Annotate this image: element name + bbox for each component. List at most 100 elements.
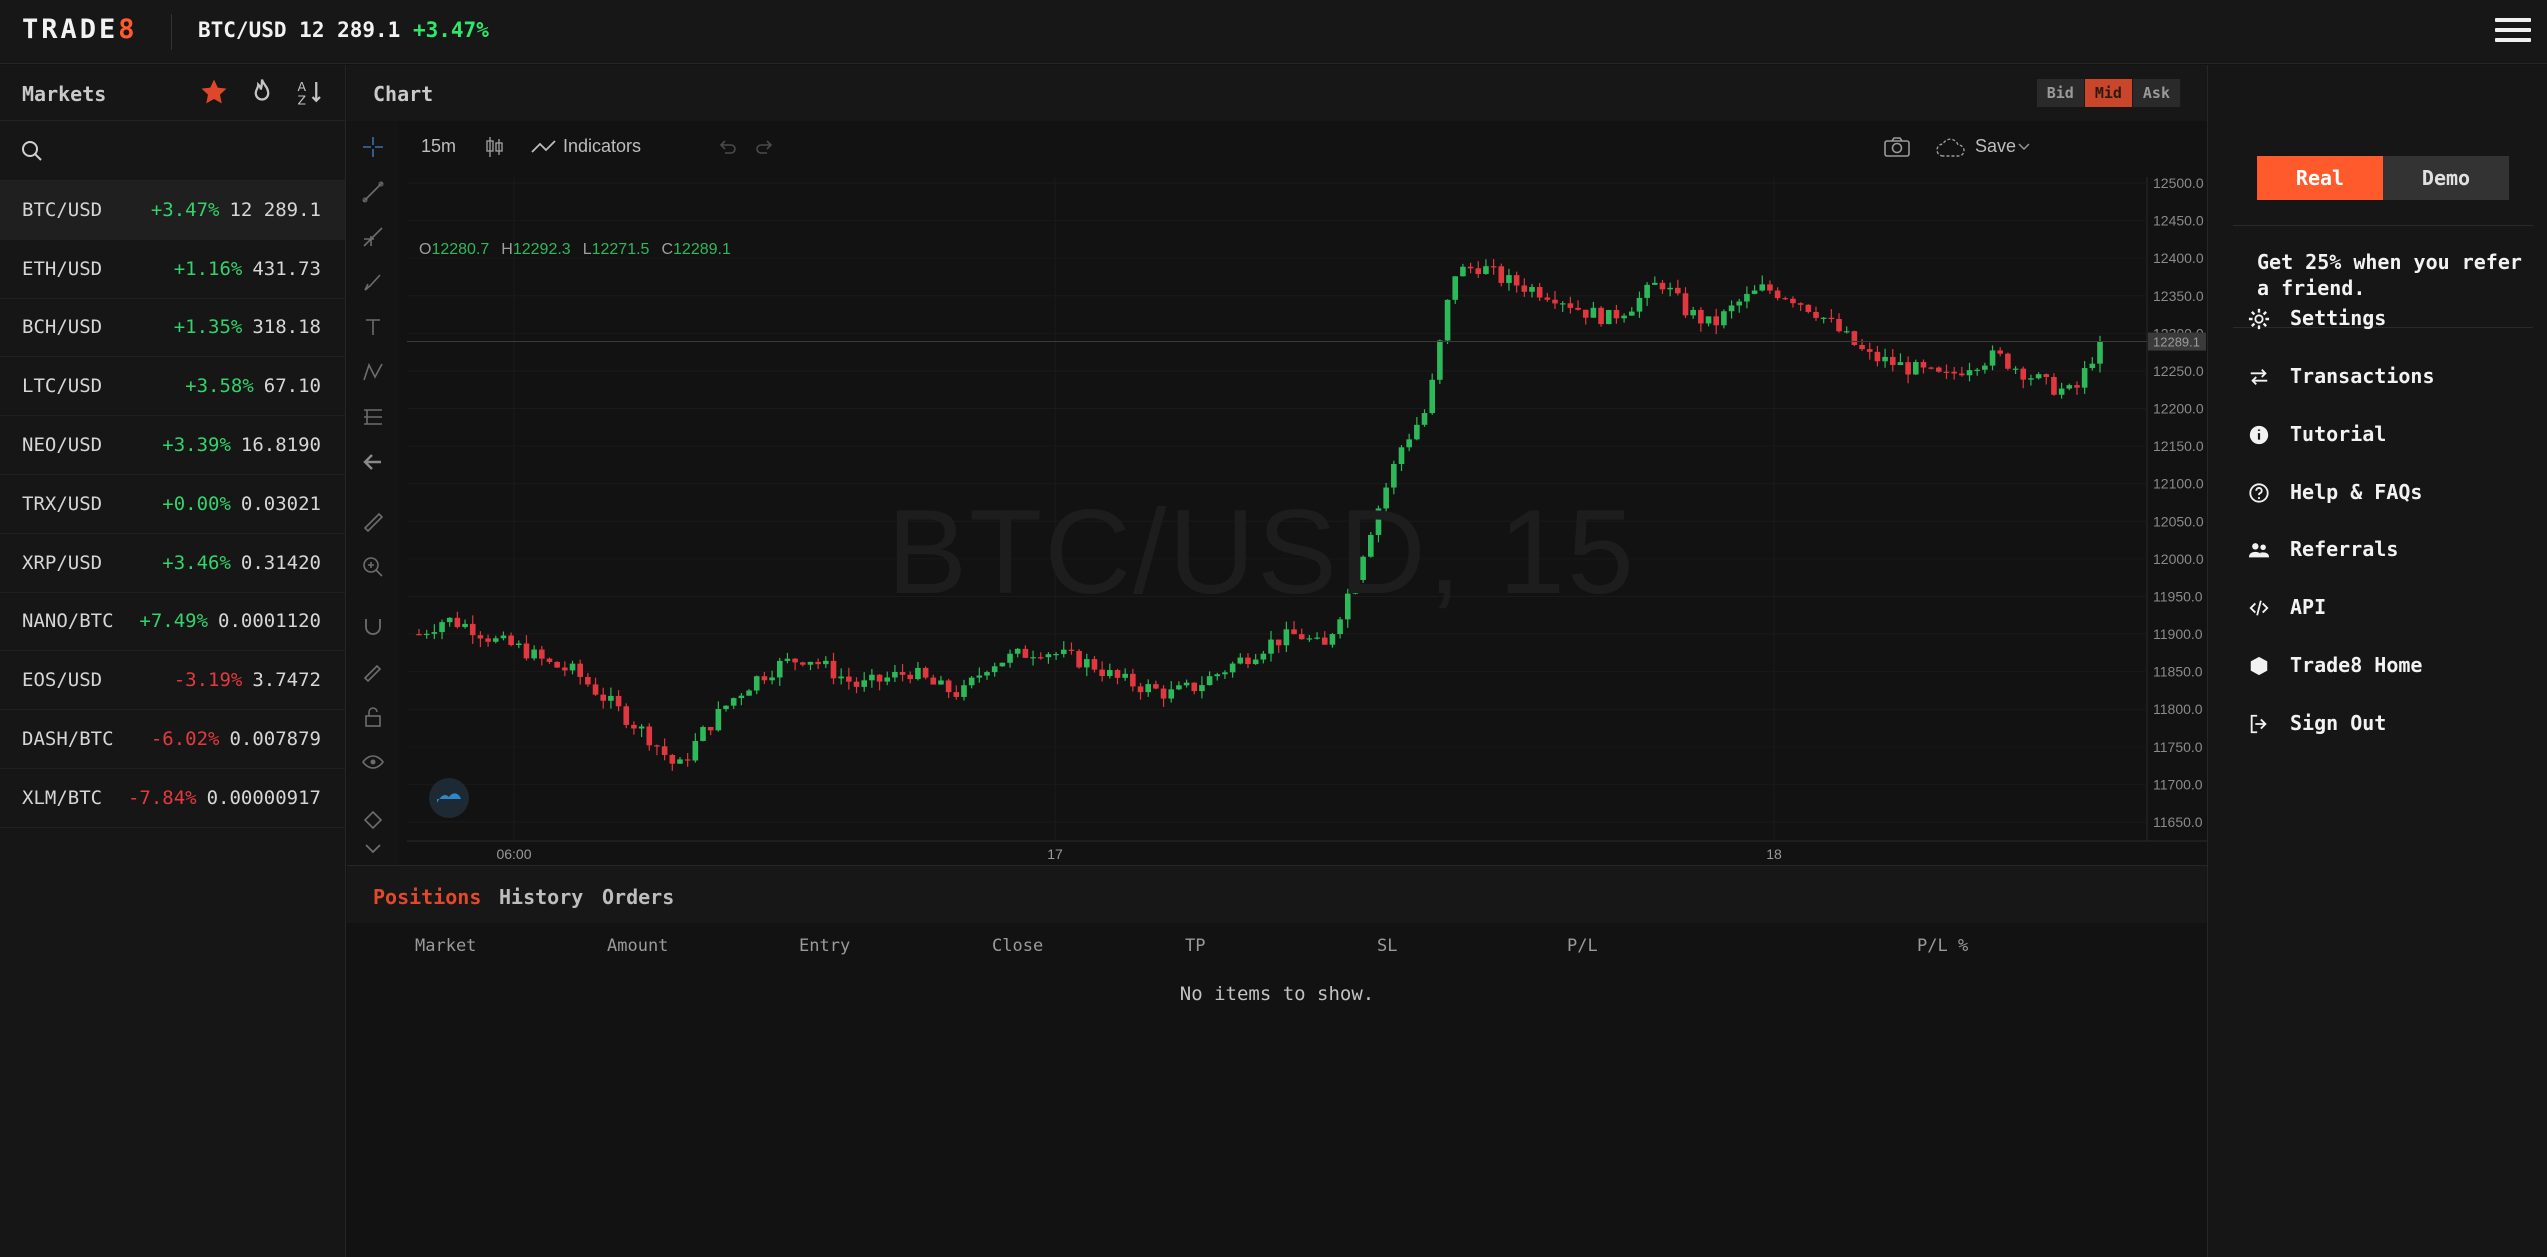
candle-body	[1552, 299, 1558, 304]
market-change: +1.16%	[173, 257, 243, 280]
candle-body	[592, 684, 599, 695]
candle-body	[1076, 650, 1082, 668]
market-row[interactable]: BCH/USD +1.35% 318.18	[0, 299, 345, 358]
candle-body	[746, 690, 752, 696]
fire-icon[interactable]	[247, 77, 277, 107]
candle-body	[1936, 367, 1942, 372]
y-tick-label: 12050.0	[2153, 513, 2204, 529]
candle-body	[562, 667, 568, 671]
candle-body	[546, 658, 553, 662]
candle-body	[1306, 638, 1313, 640]
market-row[interactable]: BTC/USD +3.47% 12 289.1	[0, 181, 345, 240]
market-row[interactable]: EOS/USD -3.19% 3.7472	[0, 651, 345, 711]
menu-item-label: Help & FAQs	[2290, 480, 2423, 504]
real-button[interactable]: Real	[2257, 156, 2383, 200]
top-bar: TRADE8 BTC/USD 12 289.1 +3.47%	[0, 0, 2547, 64]
candle-body	[1874, 351, 1881, 362]
candle-body	[684, 759, 691, 761]
candle-body	[1759, 284, 1766, 291]
tab-history[interactable]: History	[499, 885, 583, 909]
markets-title: Markets	[22, 82, 107, 106]
candle-body	[915, 667, 921, 680]
candle-body	[1291, 629, 1297, 635]
candle-body	[1782, 298, 1789, 300]
candle-body	[1007, 653, 1013, 663]
candle-body	[1582, 309, 1589, 318]
candle-body	[1889, 356, 1896, 366]
high-label: H	[501, 241, 513, 258]
sort-alpha-icon[interactable]: AZ	[295, 77, 325, 107]
referral-promo[interactable]: Get 25% when you refer a friend.	[2257, 249, 2527, 301]
market-price: 431.73	[252, 257, 321, 280]
chart-section: Chart Bid Mid Ask 15m Indicators Save 12…	[347, 65, 2207, 1257]
y-tick-label: 11850.0	[2153, 664, 2203, 680]
candle-body	[1014, 648, 1021, 654]
candle-body	[968, 677, 975, 686]
candle-body	[1690, 309, 1696, 316]
candle-body	[938, 680, 944, 685]
market-row[interactable]: DASH/BTC -6.02% 0.007879	[0, 710, 345, 769]
candle-body	[1260, 653, 1267, 660]
candle-body	[753, 676, 760, 691]
market-row[interactable]: XLM/BTC -7.84% 0.00000917	[0, 769, 345, 828]
x-tick-label: 06:00	[496, 846, 531, 862]
divider	[171, 14, 172, 50]
code-icon	[2249, 600, 2269, 616]
transfer-icon	[2250, 369, 2268, 385]
market-price: 12 289.1	[229, 198, 321, 221]
candle-body	[539, 649, 545, 659]
candle-body	[515, 643, 522, 646]
candle-body	[1329, 634, 1336, 645]
candle-body	[2005, 353, 2011, 369]
candle-body	[1160, 688, 1167, 699]
candle-body	[1068, 649, 1075, 651]
candle-body	[554, 661, 560, 668]
market-row[interactable]: XRP/USD +3.46% 0.31420	[0, 534, 345, 593]
market-row[interactable]: ETH/USD +1.16% 431.73	[0, 240, 345, 299]
candle-body	[1037, 657, 1044, 659]
candle-body	[1130, 673, 1136, 687]
y-tick-label: 11650.0	[2153, 814, 2203, 830]
candle-body	[1483, 266, 1489, 274]
market-row[interactable]: TRX/USD +0.00% 0.03021	[0, 475, 345, 534]
mid-button[interactable]: Mid	[2084, 79, 2133, 107]
candle-body	[1191, 682, 1198, 692]
candle-body	[1467, 266, 1474, 269]
market-search[interactable]	[0, 121, 345, 181]
candle-body	[1866, 349, 1873, 352]
candle-body	[1544, 297, 1551, 300]
candle-body	[1506, 275, 1512, 283]
candle-body	[930, 677, 937, 685]
tab-positions[interactable]: Positions	[373, 885, 481, 909]
candle-body	[700, 727, 706, 741]
menu-icon[interactable]	[2495, 18, 2531, 46]
candle-body	[1053, 653, 1059, 656]
logo[interactable]: TRADE8	[22, 14, 138, 45]
demo-button[interactable]: Demo	[2383, 156, 2509, 200]
y-tick-label: 11950.0	[2153, 588, 2203, 604]
candle-body	[838, 676, 844, 679]
ticker-price: 12 289.1	[299, 18, 401, 42]
candle-body	[1252, 659, 1259, 665]
market-row[interactable]: NANO/BTC +7.49% 0.0001120	[0, 593, 345, 652]
candle-body	[1060, 649, 1067, 654]
candle-body	[1406, 439, 1412, 448]
star-icon[interactable]	[199, 77, 229, 107]
bid-button[interactable]: Bid	[2036, 79, 2085, 107]
candle-body	[707, 727, 714, 731]
market-row[interactable]: NEO/USD +3.39% 16.8190	[0, 416, 345, 475]
col-market: Market	[415, 936, 477, 956]
high-value: 12292.3	[512, 241, 571, 258]
candle-body	[1613, 310, 1620, 319]
market-price: 0.0001120	[218, 610, 321, 633]
candle-body	[738, 695, 745, 699]
tab-orders[interactable]: Orders	[602, 885, 674, 909]
y-tick-label: 12100.0	[2153, 476, 2204, 492]
ask-button[interactable]: Ask	[2132, 79, 2181, 107]
candle-body	[1836, 318, 1842, 332]
market-row[interactable]: LTC/USD +3.58% 67.10	[0, 357, 345, 417]
candle-body	[2097, 341, 2103, 364]
candle-body	[1966, 370, 1973, 376]
candle-body	[1859, 344, 1865, 350]
menu-item-label: Trade8 Home	[2290, 653, 2423, 677]
